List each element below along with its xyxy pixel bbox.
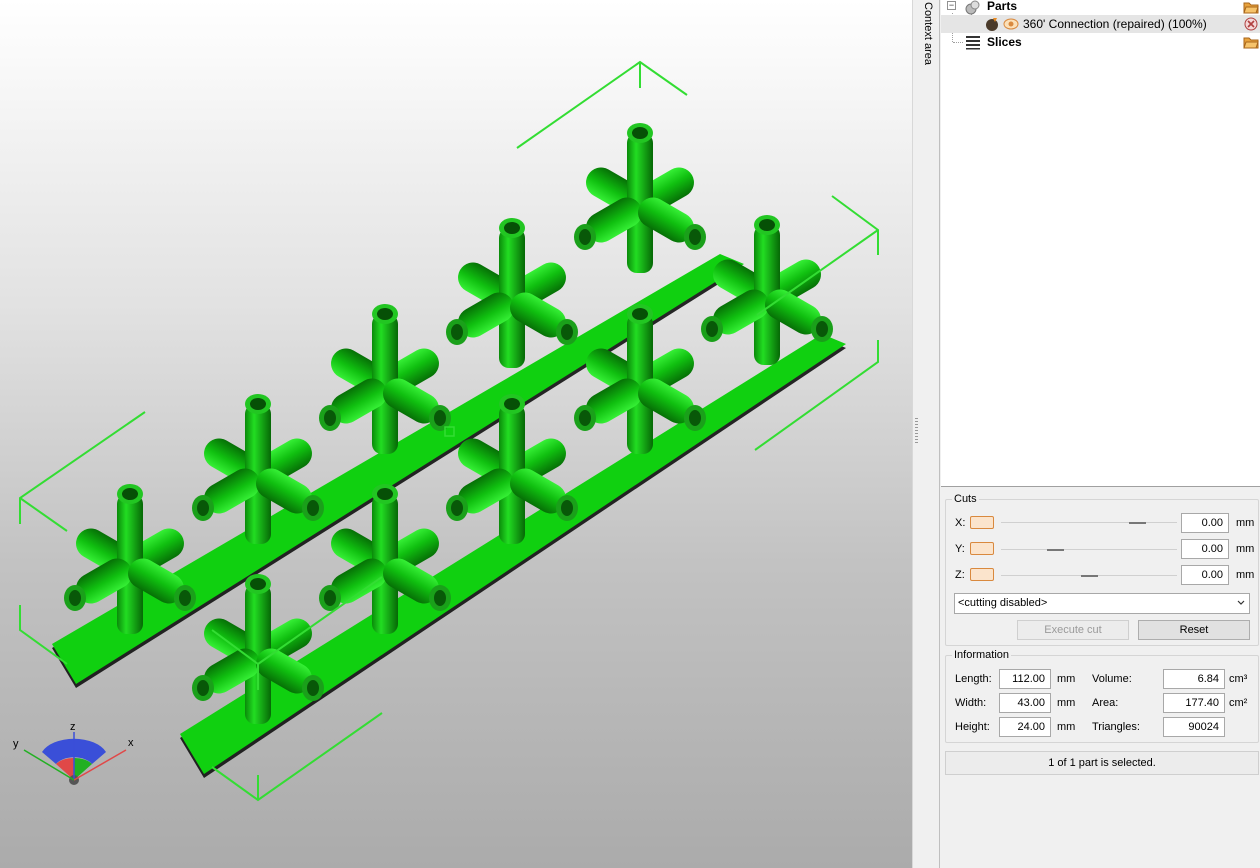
folder-open-icon[interactable] [1243, 0, 1259, 15]
slices-icon [966, 36, 980, 50]
panel-splitter[interactable] [912, 0, 920, 868]
cut-z-color-button[interactable] [970, 568, 994, 581]
cut-y-input[interactable]: 0.00 [1181, 539, 1229, 559]
tree-row-slices[interactable]: Slices [941, 33, 1260, 51]
model-icon [986, 18, 998, 31]
cut-y-label: Y: [955, 543, 965, 555]
cut-z-input[interactable]: 0.00 [1181, 565, 1229, 585]
width-unit: mm [1057, 697, 1076, 709]
connector-piece [574, 123, 706, 273]
volume-value: 6.84 [1163, 669, 1225, 689]
width-label: Width: [955, 697, 987, 709]
length-unit: mm [1057, 673, 1076, 685]
triangles-value: 90024 [1163, 717, 1225, 737]
height-value: 24.00 [999, 717, 1051, 737]
cut-x-label: X: [955, 517, 966, 529]
volume-label: Volume: [1092, 673, 1132, 685]
triangles-label: Triangles: [1092, 721, 1140, 733]
context-area-tab[interactable]: Context area [920, 0, 940, 868]
axis-gizmo: z x y [13, 721, 134, 785]
cut-y-slider[interactable] [1001, 549, 1177, 550]
cut-z-unit: mm [1236, 569, 1255, 581]
reset-button[interactable]: Reset [1138, 620, 1250, 640]
tree-row-part[interactable]: 360' Connection (repaired) (100%) [941, 15, 1260, 33]
cut-x-color-button[interactable] [970, 516, 994, 529]
volume-unit: cm³ [1229, 673, 1248, 685]
parts-tree[interactable]: − Parts 360' Connection (repaired) (100%… [941, 0, 1260, 487]
area-value: 177.40 [1163, 693, 1225, 713]
cuts-title: Cuts [952, 493, 979, 505]
length-label: Length: [955, 673, 992, 685]
cut-x-unit: mm [1236, 517, 1255, 529]
cut-z-label: Z: [955, 569, 965, 581]
area-label: Area: [1092, 697, 1119, 709]
cut-x-slider[interactable] [1001, 522, 1177, 523]
eye-icon[interactable] [1003, 16, 1019, 32]
collapse-toggle[interactable]: − [947, 1, 956, 10]
chevron-down-icon [1237, 600, 1245, 605]
connector-piece [446, 218, 578, 368]
axis-z-label: z [70, 721, 76, 733]
splitter-grip[interactable] [915, 418, 918, 444]
cut-x-input[interactable]: 0.00 [1181, 513, 1229, 533]
cut-y-slider-handle[interactable] [1047, 549, 1064, 551]
height-unit: mm [1057, 721, 1076, 733]
folder-open-icon[interactable] [1243, 34, 1259, 50]
length-value: 112.00 [999, 669, 1051, 689]
part-label: 360' Connection (repaired) (100%) [1023, 17, 1207, 31]
cut-z-slider-handle[interactable] [1081, 575, 1098, 577]
cutting-mode-value: <cutting disabled> [958, 597, 1048, 609]
height-label: Height: [955, 721, 990, 733]
axis-y-label: y [13, 738, 19, 750]
context-area-label: Context area [922, 2, 934, 65]
right-panel: − Parts 360' Connection (repaired) (100%… [941, 0, 1260, 868]
slices-label: Slices [987, 35, 1022, 49]
area-unit: cm² [1229, 697, 1248, 709]
cut-x-slider-handle[interactable] [1129, 522, 1146, 524]
cut-y-color-button[interactable] [970, 542, 994, 555]
axis-x-label: x [128, 737, 134, 749]
cut-y-unit: mm [1236, 543, 1255, 555]
remove-icon[interactable] [1243, 16, 1259, 32]
execute-cut-button[interactable]: Execute cut [1017, 620, 1129, 640]
tree-row-parts[interactable]: − Parts [941, 0, 1260, 16]
selection-status: 1 of 1 part is selected. [945, 751, 1259, 775]
cutting-mode-select[interactable]: <cutting disabled> [954, 593, 1250, 614]
parts-label: Parts [987, 0, 1018, 13]
parts-icon [965, 0, 980, 15]
information-title: Information [952, 649, 1012, 661]
3d-viewport[interactable]: z x y [0, 0, 912, 868]
width-value: 43.00 [999, 693, 1051, 713]
